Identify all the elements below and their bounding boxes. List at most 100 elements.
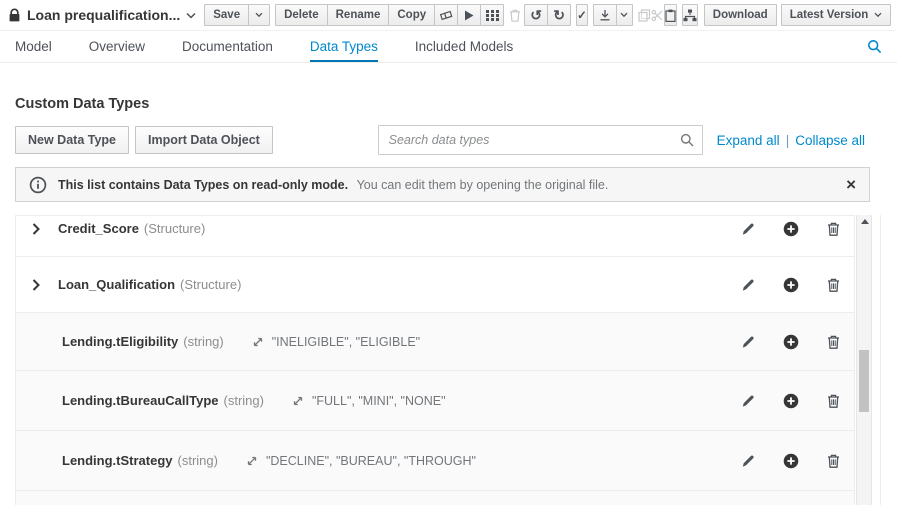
- delete-trash-icon[interactable]: [827, 278, 840, 292]
- expand-collapse-links: Expand all | Collapse all: [717, 133, 865, 148]
- masthead-toolbar: Loan prequalification... Save Delete Ren…: [0, 0, 897, 31]
- tab-documentation[interactable]: Documentation: [182, 31, 273, 62]
- delete-button[interactable]: Delete: [275, 4, 328, 26]
- constraint-arrows-icon: [252, 336, 264, 348]
- alert-close-icon[interactable]: ×: [846, 176, 856, 193]
- read-only-alert: This list contains Data Types on read-on…: [15, 167, 870, 202]
- download-chevron-icon[interactable]: [616, 4, 633, 26]
- cut-scissors-icon[interactable]: [651, 4, 664, 26]
- row-actions: [741, 277, 840, 293]
- add-plus-circle-icon[interactable]: [783, 277, 799, 293]
- delete-trash-icon[interactable]: [827, 394, 840, 408]
- paste-clipboard-icon[interactable]: [664, 4, 677, 26]
- constraint-values: "INELIGIBLE", "ELIGIBLE": [272, 335, 420, 349]
- alert-text: You can edit them by opening the origina…: [357, 178, 609, 192]
- delete-trash-icon[interactable]: [827, 454, 840, 468]
- links-divider: |: [786, 133, 790, 148]
- duplicate-icon[interactable]: [638, 4, 651, 26]
- data-type-kind: (string): [178, 453, 218, 468]
- version-dropdown: Latest Version: [781, 4, 892, 26]
- data-type-name: Credit_Score: [58, 221, 139, 236]
- edit-pencil-icon[interactable]: [741, 222, 755, 236]
- download-button[interactable]: Download: [704, 4, 777, 26]
- copy-button[interactable]: Copy: [388, 4, 435, 26]
- data-type-row-tstrategy: Lending.tStrategy (string) "DECLINE", "B…: [16, 431, 854, 491]
- row-actions: [741, 453, 840, 469]
- partial-row: [16, 491, 854, 505]
- info-icon: [29, 176, 47, 194]
- data-type-row-loan-qualification: Loan_Qualification (Structure): [16, 257, 854, 313]
- tab-model[interactable]: Model: [15, 31, 52, 62]
- constraint: "INELIGIBLE", "ELIGIBLE": [252, 335, 420, 349]
- edit-actions-group: Delete Rename Copy: [275, 4, 504, 26]
- search-icon: [680, 133, 694, 152]
- constraint-values: "DECLINE", "BUREAU", "THROUGH": [266, 454, 476, 468]
- save-button[interactable]: Save: [204, 4, 249, 26]
- scroll-up-arrow-icon[interactable]: [861, 219, 869, 224]
- constraint-values: "FULL", "MINI", "NONE": [312, 394, 446, 408]
- data-type-name: Lending.tStrategy: [62, 453, 173, 468]
- delete-trash-icon[interactable]: [827, 335, 840, 349]
- constraint-arrows-icon: [246, 455, 258, 467]
- delete-trash-icon[interactable]: [827, 222, 840, 236]
- data-type-name: Lending.tBureauCallType: [62, 393, 219, 408]
- undo-redo-group: ↺ ↻: [524, 4, 571, 26]
- trash-icon[interactable]: [509, 4, 521, 26]
- chevron-right-icon[interactable]: [32, 279, 44, 291]
- row-actions: [741, 393, 840, 409]
- rename-button[interactable]: Rename: [327, 4, 390, 26]
- run-play-icon[interactable]: [457, 4, 481, 26]
- add-plus-circle-icon[interactable]: [783, 221, 799, 237]
- version-label: Latest Version: [790, 9, 869, 21]
- row-actions: [741, 334, 840, 350]
- new-data-type-button[interactable]: New Data Type: [15, 126, 129, 154]
- constraint: "DECLINE", "BUREAU", "THROUGH": [246, 454, 476, 468]
- data-type-list-shell: Credit_Score (Structure) Loan_Qualificat…: [15, 215, 881, 505]
- tab-data-types[interactable]: Data Types: [310, 31, 378, 62]
- save-split-button: Save: [204, 4, 270, 26]
- import-data-object-button[interactable]: Import Data Object: [135, 126, 273, 154]
- vertical-scrollbar[interactable]: [856, 215, 872, 505]
- edit-pencil-icon[interactable]: [741, 394, 755, 408]
- check-validate-icon[interactable]: ✓: [576, 4, 588, 26]
- redo-icon[interactable]: ↻: [547, 4, 571, 26]
- data-type-row-credit-score: Credit_Score (Structure): [16, 215, 854, 257]
- page-title: Custom Data Types: [15, 96, 897, 112]
- data-type-kind: (string): [224, 393, 264, 408]
- list-controls: New Data Type Import Data Object Expand …: [15, 125, 865, 155]
- document-title-group: Loan prequalification...: [8, 7, 196, 23]
- save-dropdown-button[interactable]: [248, 4, 270, 26]
- sitemap-icon[interactable]: [682, 4, 698, 26]
- validate-eraser-icon[interactable]: [434, 4, 458, 26]
- edit-pencil-icon[interactable]: [741, 335, 755, 349]
- data-type-kind: (Structure): [180, 277, 241, 292]
- add-plus-circle-icon[interactable]: [783, 393, 799, 409]
- expand-all-link[interactable]: Expand all: [717, 133, 780, 148]
- chevron-right-icon[interactable]: [32, 223, 44, 235]
- grid-view-icon[interactable]: [480, 4, 504, 26]
- constraint-arrows-icon: [292, 395, 304, 407]
- save-download-icon[interactable]: [593, 4, 617, 26]
- title-chevron-down-icon[interactable]: [186, 12, 196, 19]
- data-type-kind: (Structure): [144, 221, 205, 236]
- version-dropdown-button[interactable]: Latest Version: [781, 4, 892, 26]
- data-type-row-teligibility: Lending.tEligibility (string) "INELIGIBL…: [16, 313, 854, 371]
- data-type-row-tbureaucalltype: Lending.tBureauCallType (string) "FULL",…: [16, 371, 854, 431]
- add-plus-circle-icon[interactable]: [783, 453, 799, 469]
- tab-overview[interactable]: Overview: [89, 31, 145, 62]
- tab-bar: Model Overview Documentation Data Types …: [0, 31, 897, 63]
- collapse-all-link[interactable]: Collapse all: [795, 133, 865, 148]
- data-type-search: [378, 125, 703, 155]
- tab-included-models[interactable]: Included Models: [415, 31, 513, 62]
- scrollbar-thumb[interactable]: [859, 350, 869, 412]
- data-type-name: Loan_Qualification: [58, 277, 175, 292]
- tab-search-icon[interactable]: [867, 31, 882, 62]
- data-type-kind: (string): [183, 334, 223, 349]
- undo-icon[interactable]: ↺: [524, 4, 548, 26]
- edit-pencil-icon[interactable]: [741, 454, 755, 468]
- edit-pencil-icon[interactable]: [741, 278, 755, 292]
- row-actions: [741, 221, 840, 237]
- lock-icon: [8, 8, 21, 23]
- add-plus-circle-icon[interactable]: [783, 334, 799, 350]
- search-input[interactable]: [378, 125, 703, 155]
